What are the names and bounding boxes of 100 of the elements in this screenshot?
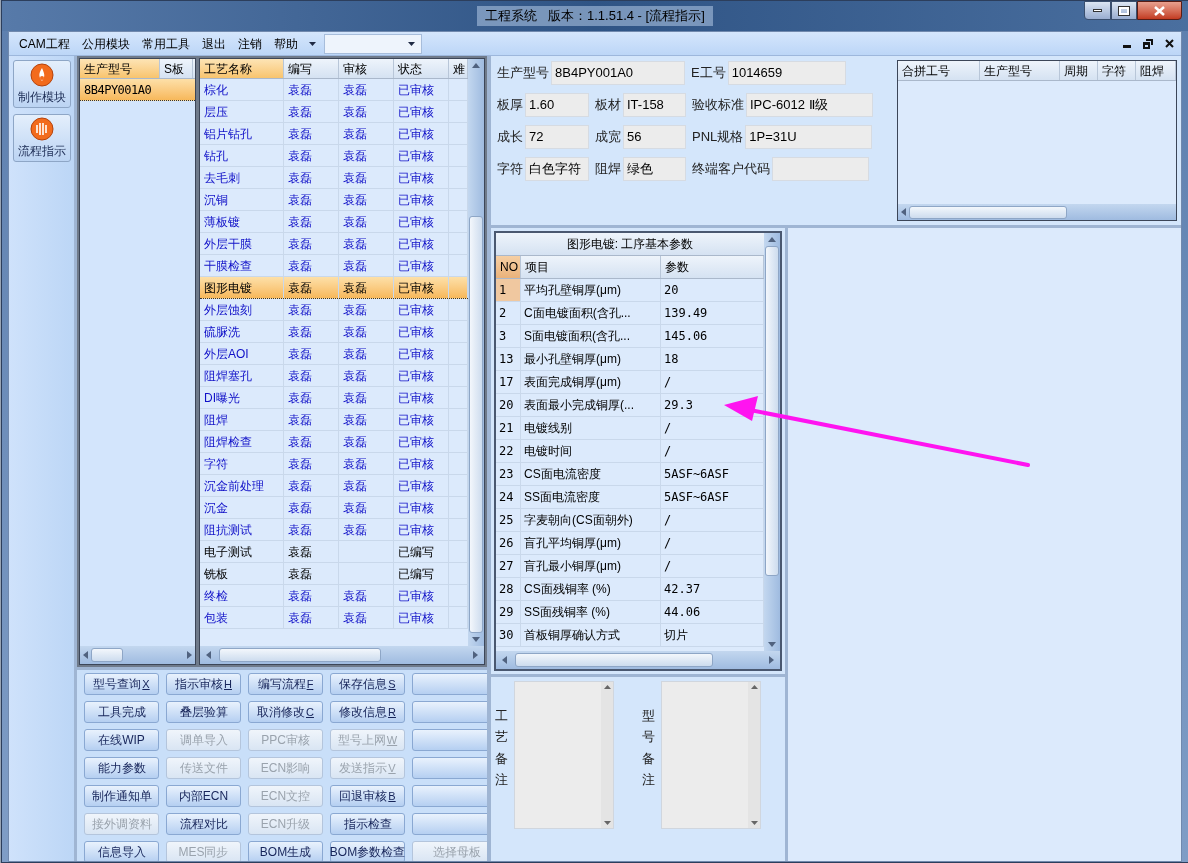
table-row[interactable]: 钻孔 袁磊 袁磊 已审核 [200, 145, 468, 167]
text-field[interactable]: IT-158 [623, 93, 686, 117]
column-header[interactable]: 阻焊 [1136, 61, 1176, 80]
action-button[interactable]: 保存信息S [330, 673, 405, 695]
text-field[interactable]: 1P=31U [745, 125, 873, 149]
column-header[interactable]: 字符 [1098, 61, 1136, 80]
table-row[interactable]: 阻抗测试 袁磊 袁磊 已审核 [200, 519, 468, 541]
action-button[interactable] [412, 785, 487, 807]
action-button[interactable]: 叠层验算 [166, 701, 241, 723]
scroll-arrow-icon[interactable] [768, 237, 776, 242]
table-row[interactable]: DI曝光 袁磊 袁磊 已审核 [200, 387, 468, 409]
table-row[interactable]: 沉金前处理 袁磊 袁磊 已审核 [200, 475, 468, 497]
scroll-thumb[interactable] [909, 205, 1067, 219]
table-row[interactable]: 外层干膜 袁磊 袁磊 已审核 [200, 233, 468, 255]
scroll-arrow-icon[interactable] [769, 656, 774, 664]
text-field[interactable]: 绿色 [623, 157, 686, 181]
scroll-thumb[interactable] [515, 653, 713, 667]
table-row[interactable]: 外层蚀刻 袁磊 袁磊 已审核 [200, 299, 468, 321]
action-button[interactable]: 工具完成 [84, 701, 159, 723]
column-header[interactable]: 编写 [284, 59, 339, 78]
action-button[interactable]: 在线WIP [84, 729, 159, 751]
column-header[interactable]: 合拼工号 [898, 61, 980, 80]
table-row[interactable]: 铣板 袁磊 已编写 [200, 563, 468, 585]
action-button[interactable]: 型号查询X [84, 673, 159, 695]
scroll-arrow-icon[interactable] [206, 651, 211, 659]
text-field[interactable]: 白色字符 [525, 157, 589, 181]
scroll-arrow-icon[interactable] [472, 63, 480, 68]
table-row[interactable]: 薄板镀 袁磊 袁磊 已审核 [200, 211, 468, 233]
restore-icon[interactable] [1143, 38, 1153, 49]
close-icon[interactable] [1165, 39, 1174, 48]
text-field[interactable] [772, 157, 869, 181]
action-button[interactable]: 指示审核H [166, 673, 241, 695]
action-button[interactable] [412, 757, 487, 779]
table-row[interactable]: 电子测试 袁磊 已编写 [200, 541, 468, 563]
table-row[interactable]: 铝片钻孔 袁磊 袁磊 已审核 [200, 123, 468, 145]
text-field[interactable]: IPC-6012 Ⅱ级 [746, 93, 873, 117]
table-row[interactable]: 终检 袁磊 袁磊 已审核 [200, 585, 468, 607]
dropdown-arrow-icon[interactable] [407, 41, 415, 46]
column-header[interactable]: 审核 [339, 59, 394, 78]
dropdown-arrow-icon[interactable] [308, 41, 316, 46]
action-button[interactable]: 编写流程F [248, 673, 323, 695]
vertical-scrollbar[interactable] [468, 59, 484, 646]
table-row[interactable]: 外层AOI 袁磊 袁磊 已审核 [200, 343, 468, 365]
column-header[interactable]: NO [496, 256, 521, 278]
table-row[interactable]: 阻焊塞孔 袁磊 袁磊 已审核 [200, 365, 468, 387]
text-field[interactable]: 1014659 [727, 61, 846, 85]
scroll-arrow-icon[interactable] [750, 685, 758, 689]
nav-button[interactable]: 流程指示 [12, 114, 71, 162]
menu-item[interactable]: CAM工程 [14, 34, 75, 53]
scroll-arrow-icon[interactable] [473, 651, 478, 659]
horizontal-scrollbar[interactable] [898, 204, 1176, 220]
scroll-arrow-icon[interactable] [83, 651, 88, 659]
action-button[interactable]: 信息导入 [84, 841, 159, 861]
table-row[interactable]: 棕化 袁磊 袁磊 已审核 [200, 79, 468, 101]
column-header[interactable]: 生产型号 [980, 61, 1060, 80]
maximize-button[interactable] [1111, 1, 1137, 20]
action-button[interactable]: 修改信息R [330, 701, 405, 723]
text-field[interactable]: 8B4PY001A0 [551, 61, 685, 85]
horizontal-scrollbar[interactable] [496, 651, 780, 669]
action-button[interactable]: 取消修改C [248, 701, 323, 723]
scroll-arrow-icon[interactable] [603, 821, 611, 825]
action-button[interactable]: 能力参数 [84, 757, 159, 779]
action-button[interactable]: BOM生成 [248, 841, 323, 861]
action-button[interactable]: 回退审核B [330, 785, 405, 807]
text-field[interactable]: 1.60 [525, 93, 589, 117]
scroll-thumb[interactable] [219, 648, 381, 662]
close-button[interactable] [1137, 1, 1182, 20]
scroll-arrow-icon[interactable] [187, 651, 192, 659]
table-row[interactable]: 图形电镀 袁磊 袁磊 已审核 [200, 277, 468, 299]
text-field[interactable]: 72 [525, 125, 589, 149]
action-button[interactable]: 制作通知单 [84, 785, 159, 807]
action-button[interactable] [412, 673, 487, 695]
column-header[interactable]: S板 [160, 59, 193, 78]
scroll-thumb[interactable] [91, 648, 123, 662]
table-row[interactable]: 字符 袁磊 袁磊 已审核 [200, 453, 468, 475]
scroll-arrow-icon[interactable] [472, 637, 480, 642]
table-row[interactable]: 阻焊检查 袁磊 袁磊 已审核 [200, 431, 468, 453]
minimize-button[interactable] [1084, 1, 1111, 20]
menu-item[interactable]: 帮助 [268, 34, 303, 53]
scroll-arrow-icon[interactable] [901, 208, 906, 216]
column-header[interactable]: 工艺名称 [200, 59, 284, 78]
menu-item[interactable]: 注销 [232, 34, 267, 53]
scroll-arrow-icon[interactable] [603, 685, 611, 689]
table-row[interactable]: 包装 袁磊 袁磊 已审核 [200, 607, 468, 629]
vertical-scrollbar[interactable] [764, 233, 780, 651]
action-button[interactable] [412, 813, 487, 835]
menu-item[interactable]: 公用模块 [76, 34, 135, 53]
remark-field[interactable] [514, 681, 614, 829]
table-row[interactable]: 沉铜 袁磊 袁磊 已审核 [200, 189, 468, 211]
nav-button[interactable]: 制作模块 [12, 60, 71, 108]
text-field[interactable]: 56 [623, 125, 686, 149]
menu-item[interactable]: 退出 [196, 34, 231, 53]
action-button[interactable]: 内部ECN [166, 785, 241, 807]
scroll-arrow-icon[interactable] [502, 656, 507, 664]
horizontal-scrollbar[interactable] [200, 646, 484, 664]
scroll-thumb[interactable] [469, 216, 483, 633]
remark-field[interactable] [661, 681, 761, 829]
action-button[interactable] [412, 701, 487, 723]
menu-item[interactable]: 常用工具 [136, 34, 195, 53]
column-header[interactable]: 项目 [521, 256, 661, 278]
